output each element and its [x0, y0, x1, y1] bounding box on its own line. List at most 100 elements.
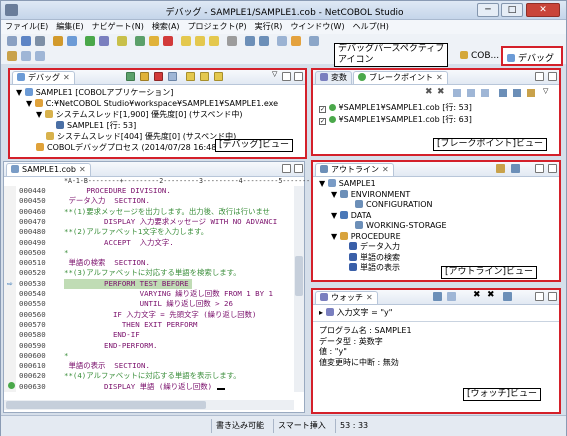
code-line[interactable]: 000440 PROCEDURE DIVISION.: [4, 186, 294, 196]
nav-icon[interactable]: [309, 36, 319, 46]
print-icon[interactable]: [35, 36, 45, 46]
breakpoint-marker[interactable]: [8, 381, 15, 390]
code-line[interactable]: 000530 PERFORM TEST BEFORE: [4, 279, 294, 289]
code-line[interactable]: 000610 単語の表示 SECTION.: [4, 361, 294, 371]
code-line[interactable]: 000510 単語の検索 SECTION.: [4, 258, 294, 268]
menu-project[interactable]: プロジェクト(P): [184, 20, 251, 33]
menu-search[interactable]: 検索(A): [148, 20, 184, 33]
code-text: DISPLAY 入力要求メッセージ WITH NO ADVANCI: [64, 216, 278, 226]
code-line[interactable]: 000520 **(3)アルファベットに対応する単語を検索します。: [4, 268, 294, 278]
cobol-perspective-label: COB...: [471, 51, 500, 61]
code-text: 単語の表示 SECTION.: [64, 361, 150, 371]
pin-icon[interactable]: [291, 36, 301, 46]
scroll-thumb[interactable]: [295, 256, 303, 296]
scroll-thumb[interactable]: [6, 401, 206, 409]
maximize-button[interactable]: □: [501, 3, 523, 17]
build-icon[interactable]: [53, 36, 63, 46]
line-number: 000500: [19, 247, 46, 257]
code-line[interactable]: 000480 **(2)アルファベット1文字を入力します。: [4, 227, 294, 237]
current-instruction-icon: ⇨: [7, 280, 13, 288]
new-icon[interactable]: [7, 36, 17, 46]
ide-window: デバッグ - SAMPLE1/SAMPLE1.cob - NetCOBOL St…: [0, 0, 567, 436]
code-line[interactable]: 000630 DISPLAY 単語 (繰り返し回数): [4, 382, 294, 392]
run-icon[interactable]: [85, 36, 95, 46]
code-text: THEN EXIT PERFORM: [64, 319, 198, 329]
menu-run[interactable]: 実行(R): [251, 20, 287, 33]
drop-to-frame-icon[interactable]: [227, 36, 237, 46]
close-button[interactable]: ✕: [526, 3, 560, 17]
code-line[interactable]: 000540 VARYING 繰り返し回数 FROM 1 BY 1: [4, 289, 294, 299]
mark-icon[interactable]: [35, 51, 45, 61]
column-ruler: *A-1-B--------+---------2---------3-----…: [64, 177, 327, 185]
code-line[interactable]: 000570 THEN EXIT PERFORM: [4, 320, 294, 330]
open-folder-icon[interactable]: [117, 36, 127, 46]
code-line[interactable]: 000460 **(1)要求メッセージを出力します。出力後、改行は行いませ: [4, 207, 294, 217]
step-over-icon[interactable]: [195, 36, 205, 46]
debug-perspective-button[interactable]: デバッグ: [501, 46, 563, 66]
code-text: **(4)アルファベットに対応する単語を表示します。: [64, 371, 241, 381]
code-line[interactable]: 000600 *: [4, 351, 294, 361]
cobol-file-icon: [11, 165, 19, 173]
code-line[interactable]: 000620 **(4)アルファベットに対応する単語を表示します。: [4, 371, 294, 381]
code-line[interactable]: 000500 *: [4, 248, 294, 258]
editor-tabbar: SAMPLE1.cob ✕: [4, 162, 304, 177]
code-line[interactable]: 000590 END-PERFORM.: [4, 341, 294, 351]
minimize-view-icon[interactable]: [282, 164, 291, 173]
code-text: データ入力 SECTION.: [64, 196, 150, 206]
code-text: **(2)アルファベット1文字を入力します。: [64, 227, 209, 237]
status-cursor-position: 53 : 33: [335, 419, 385, 433]
back-icon[interactable]: [245, 36, 255, 46]
code-line[interactable]: 000450 データ入力 SECTION.: [4, 196, 294, 206]
watch-view-highlight: [311, 288, 561, 414]
minimize-button[interactable]: ─: [477, 3, 499, 17]
maximize-view-icon[interactable]: [294, 164, 303, 173]
menu-file[interactable]: ファイル(E): [1, 20, 52, 33]
code-text: END-PERFORM.: [64, 340, 158, 350]
main-toolbar: [1, 34, 566, 49]
step-return-icon[interactable]: [209, 36, 219, 46]
menu-navigate[interactable]: ナビゲート(N): [88, 20, 148, 33]
cobol-perspective-button[interactable]: COB...: [460, 51, 499, 61]
status-writable: 書き込み可能: [211, 419, 271, 433]
toggle-icon[interactable]: [21, 51, 31, 61]
search-icon[interactable]: [277, 36, 287, 46]
perspective-callout-line2: アイコン: [338, 55, 374, 65]
annotation-icon[interactable]: [7, 51, 17, 61]
line-number: 000520: [19, 268, 46, 278]
code-text: DISPLAY 単語 (繰り返し回数): [64, 381, 213, 391]
menu-help[interactable]: ヘルプ(H): [349, 20, 393, 33]
step-into-icon[interactable]: [181, 36, 191, 46]
menu-window[interactable]: ウインドウ(W): [286, 20, 348, 33]
vertical-scrollbar[interactable]: [294, 186, 304, 392]
tab-sample1-cob[interactable]: SAMPLE1.cob ✕: [6, 163, 91, 176]
editor-caption-spacer: [217, 388, 225, 390]
forward-icon[interactable]: [259, 36, 269, 46]
code-line[interactable]: 000490 ACCEPT 入力文字.: [4, 238, 294, 248]
cobol-perspective-icon: [460, 51, 468, 59]
code-text: **(3)アルファベットに対応する単語を検索します。: [64, 268, 241, 278]
code-line[interactable]: 000560 IF 入力文字 = 先頭文字 (繰り返し回数): [4, 310, 294, 320]
menu-edit[interactable]: 編集(E): [52, 20, 87, 33]
code-text: PERFORM TEST BEFORE: [64, 278, 189, 288]
line-number: 000490: [19, 237, 46, 247]
suspend-icon[interactable]: [149, 36, 159, 46]
breakpoints-view-highlight: [311, 68, 561, 156]
line-number: 000480: [19, 227, 46, 237]
code-area[interactable]: 000440 PROCEDURE DIVISION. 000450 データ入力 S…: [4, 186, 294, 396]
line-number: 000460: [19, 206, 46, 216]
save-icon[interactable]: [21, 36, 31, 46]
resume-icon[interactable]: [135, 36, 145, 46]
debug-view-highlight: [8, 68, 307, 159]
external-tools-icon[interactable]: [99, 36, 109, 46]
outline-view-highlight: [311, 160, 561, 282]
terminate-icon[interactable]: [163, 36, 173, 46]
code-line[interactable]: 000550 UNTIL 繰り返し回数 > 26: [4, 299, 294, 309]
line-number: 000470: [19, 216, 46, 226]
horizontal-scrollbar[interactable]: [4, 400, 294, 410]
code-text: PROCEDURE DIVISION.: [64, 186, 171, 195]
code-line[interactable]: 000470 DISPLAY 入力要求メッセージ WITH NO ADVANCI: [4, 217, 294, 227]
debug-icon[interactable]: [67, 36, 77, 46]
status-bar: 書き込み可能 スマート挿入 53 : 33: [1, 415, 566, 436]
code-line[interactable]: 000580 END-IF: [4, 330, 294, 340]
close-icon[interactable]: ✕: [79, 165, 86, 174]
